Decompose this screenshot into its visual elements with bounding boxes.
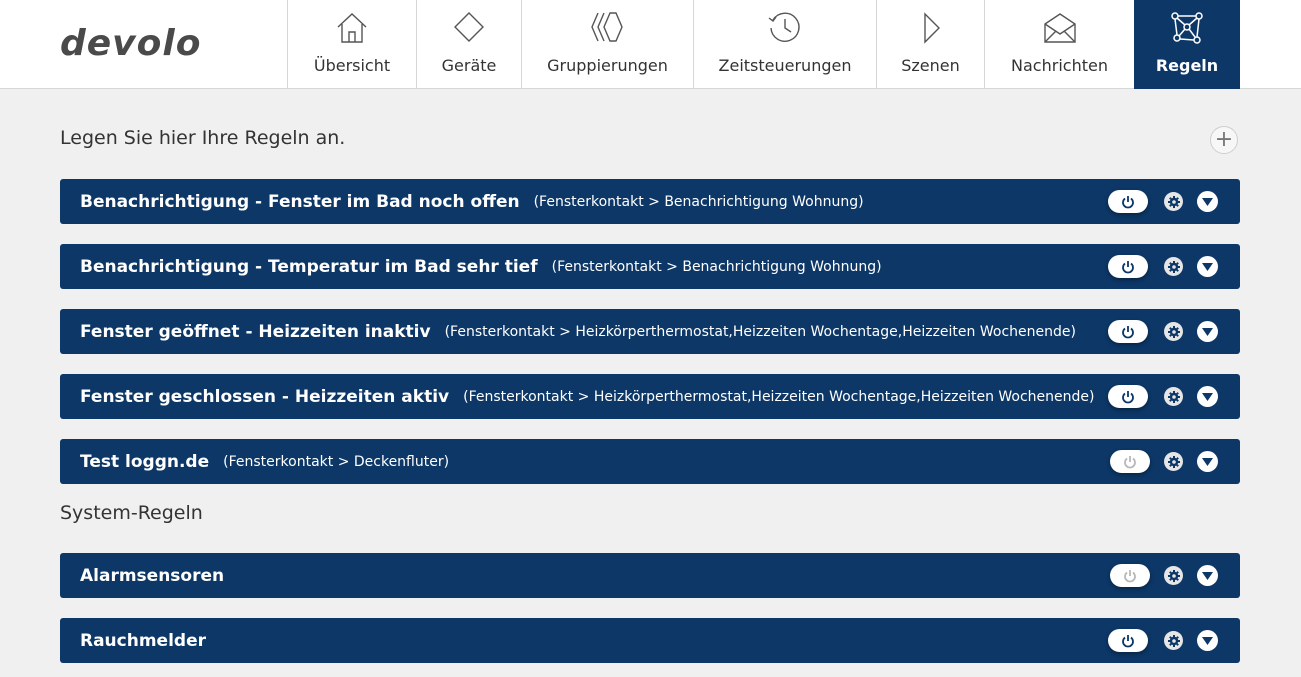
nav-tab-uebersicht[interactable]: Übersicht — [287, 0, 416, 89]
expand-button[interactable] — [1197, 256, 1218, 277]
rule-row[interactable]: Benachrichtigung - Fenster im Bad noch o… — [60, 179, 1240, 224]
nav-label: Gruppierungen — [547, 56, 668, 75]
rule-row[interactable]: Benachrichtigung - Temperatur im Bad seh… — [60, 244, 1240, 289]
expand-button[interactable] — [1197, 451, 1218, 472]
diamond-icon — [454, 12, 484, 42]
power-icon — [1122, 390, 1134, 403]
gear-icon — [1167, 325, 1180, 338]
system-rules-heading: System-Regeln — [60, 502, 203, 524]
nav-label: Übersicht — [313, 56, 391, 75]
nav-label: Szenen — [901, 56, 960, 75]
home-icon — [337, 13, 367, 43]
power-toggle[interactable] — [1110, 450, 1150, 473]
rule-title: Benachrichtigung - Fenster im Bad noch o… — [80, 191, 520, 212]
svg-text:devolo: devolo — [60, 24, 201, 64]
plus-icon: + — [1214, 127, 1234, 152]
chevron-down-icon — [1202, 571, 1213, 580]
devolo-logo[interactable]: devolo — [60, 24, 235, 64]
gear-icon — [1167, 569, 1180, 582]
envelope-icon — [1043, 13, 1076, 43]
power-toggle[interactable] — [1108, 255, 1148, 278]
settings-button[interactable] — [1164, 631, 1183, 650]
clock-icon — [768, 12, 800, 42]
nav-tab-geraete[interactable]: Geräte — [416, 0, 521, 89]
power-toggle[interactable] — [1108, 320, 1148, 343]
power-icon — [1122, 634, 1134, 647]
rule-title: Benachrichtigung - Temperatur im Bad seh… — [80, 256, 538, 277]
chevron-down-icon — [1202, 327, 1213, 336]
rule-title: Rauchmelder — [80, 630, 206, 651]
groups-icon — [590, 12, 623, 42]
power-icon — [1122, 260, 1134, 273]
rule-row[interactable]: Fenster geöffnet - Heizzeiten inaktiv (F… — [60, 309, 1240, 354]
expand-button[interactable] — [1197, 565, 1218, 586]
network-icon — [1171, 12, 1203, 44]
power-toggle[interactable] — [1108, 629, 1148, 652]
power-toggle[interactable] — [1108, 190, 1148, 213]
top-header: devolo Übersicht Geräte Gruppierungen Ze… — [0, 0, 1301, 89]
gear-icon — [1167, 260, 1180, 273]
nav-tab-nachrichten[interactable]: Nachrichten — [984, 0, 1134, 89]
gear-icon — [1167, 634, 1180, 647]
page-intro: Legen Sie hier Ihre Regeln an. — [60, 127, 346, 149]
nav-tab-szenen[interactable]: Szenen — [876, 0, 984, 89]
rule-description: (Fensterkontakt > Heizkörperthermostat,H… — [444, 323, 1076, 340]
nav-tab-zeitsteuerungen[interactable]: Zeitsteuerungen — [693, 0, 876, 89]
main-nav: Übersicht Geräte Gruppierungen Zeitsteue… — [287, 0, 1240, 89]
nav-tab-gruppierungen[interactable]: Gruppierungen — [521, 0, 693, 89]
rule-row[interactable]: Test loggn.de (Fensterkontakt > Deckenfl… — [60, 439, 1240, 484]
nav-label: Nachrichten — [1011, 56, 1108, 75]
nav-label: Geräte — [441, 56, 497, 75]
rule-title: Test loggn.de — [80, 451, 210, 472]
power-icon — [1124, 569, 1136, 582]
power-icon — [1124, 455, 1136, 468]
power-icon — [1122, 325, 1134, 338]
expand-button[interactable] — [1197, 321, 1218, 342]
gear-icon — [1167, 455, 1180, 468]
power-toggle[interactable] — [1110, 564, 1150, 587]
expand-button[interactable] — [1197, 191, 1218, 212]
gear-icon — [1167, 390, 1180, 403]
system-rule-row[interactable]: Alarmsensoren — [60, 553, 1240, 598]
nav-label: Zeitsteuerungen — [718, 56, 852, 75]
nav-label: Regeln — [1155, 56, 1219, 75]
nav-tab-regeln[interactable]: Regeln — [1134, 0, 1240, 89]
rule-title: Fenster geschlossen - Heizzeiten aktiv — [80, 386, 450, 407]
add-rule-button[interactable]: + — [1210, 126, 1238, 154]
settings-button[interactable] — [1164, 566, 1183, 585]
settings-button[interactable] — [1164, 322, 1183, 341]
settings-button[interactable] — [1164, 452, 1183, 471]
rule-description: (Fensterkontakt > Heizkörperthermostat,H… — [463, 388, 1095, 405]
chevron-down-icon — [1202, 457, 1213, 466]
expand-button[interactable] — [1197, 630, 1218, 651]
chevron-down-icon — [1202, 636, 1213, 645]
rule-description: (Fensterkontakt > Deckenfluter) — [223, 453, 450, 470]
rule-title: Fenster geöffnet - Heizzeiten inaktiv — [80, 321, 431, 342]
rule-description: (Fensterkontakt > Benachrichtigung Wohnu… — [533, 193, 864, 210]
power-toggle[interactable] — [1108, 385, 1148, 408]
gear-icon — [1167, 195, 1180, 208]
power-icon — [1122, 195, 1134, 208]
settings-button[interactable] — [1164, 257, 1183, 276]
settings-button[interactable] — [1164, 192, 1183, 211]
chevron-down-icon — [1202, 197, 1213, 206]
rule-row[interactable]: Fenster geschlossen - Heizzeiten aktiv (… — [60, 374, 1240, 419]
chevron-down-icon — [1202, 262, 1213, 271]
chevron-down-icon — [1202, 392, 1213, 401]
rule-title: Alarmsensoren — [80, 565, 225, 586]
rule-description: (Fensterkontakt > Benachrichtigung Wohnu… — [551, 258, 882, 275]
settings-button[interactable] — [1164, 387, 1183, 406]
expand-button[interactable] — [1197, 386, 1218, 407]
system-rule-row[interactable]: Rauchmelder — [60, 618, 1240, 663]
play-icon — [923, 12, 940, 44]
